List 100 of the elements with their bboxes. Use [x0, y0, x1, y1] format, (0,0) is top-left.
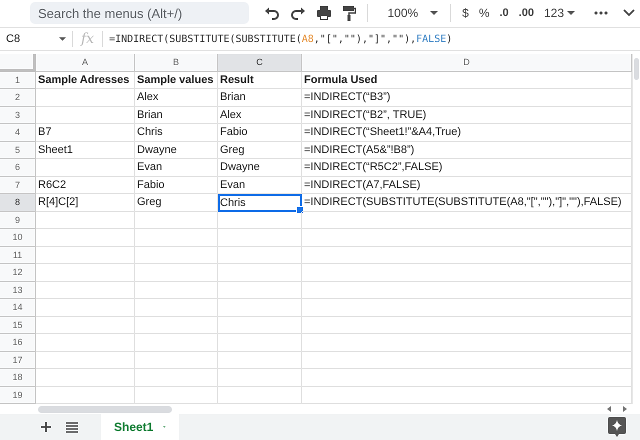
table-cell[interactable] — [218, 369, 302, 386]
table-cell[interactable]: Alex — [218, 106, 302, 124]
row-header[interactable]: 14 — [0, 299, 36, 316]
table-cell[interactable] — [218, 334, 302, 352]
table-cell[interactable]: =INDIRECT(A5&”!B8”) — [302, 142, 632, 159]
column-header[interactable]: D — [302, 54, 632, 72]
table-cell[interactable]: =INDIRECT(SUBSTITUTE(SUBSTITUTE(A8,"[",""),"]",""),FALSE) — [302, 194, 632, 212]
row-header[interactable]: 7 — [0, 176, 36, 194]
table-cell[interactable] — [36, 352, 135, 369]
table-cell[interactable] — [218, 386, 302, 404]
table-cell[interactable]: Dwayne — [218, 159, 302, 176]
table-cell[interactable] — [36, 299, 135, 316]
horizontal-scrollbar[interactable] — [38, 406, 172, 412]
table-cell[interactable]: Alex — [135, 89, 218, 106]
table-cell[interactable]: =INDIRECT(“R5C2”,FALSE) — [302, 159, 632, 176]
table-cell[interactable] — [302, 264, 632, 282]
fill-handle[interactable] — [296, 206, 304, 214]
table-cell[interactable]: Fabio — [218, 124, 302, 142]
table-cell[interactable]: Sheet1 — [36, 142, 135, 159]
table-cell[interactable] — [218, 352, 302, 369]
table-cell[interactable] — [135, 369, 218, 386]
table-cell[interactable] — [135, 386, 218, 404]
table-cell[interactable] — [36, 316, 135, 334]
undo-icon[interactable] — [264, 5, 280, 21]
table-cell[interactable]: Formula Used — [302, 72, 632, 89]
table-cell[interactable]: R6C2 — [36, 176, 135, 194]
row-header[interactable]: 8 — [0, 194, 36, 212]
table-cell[interactable]: Greg — [218, 142, 302, 159]
row-header[interactable]: 4 — [0, 124, 36, 142]
table-cell[interactable] — [218, 264, 302, 282]
table-cell[interactable] — [135, 334, 218, 352]
row-header[interactable]: 9 — [0, 212, 36, 229]
vertical-scrollbar[interactable] — [632, 54, 640, 404]
table-cell[interactable] — [302, 299, 632, 316]
table-cell[interactable] — [36, 369, 135, 386]
table-cell[interactable]: Sample Adresses — [36, 72, 135, 89]
table-cell[interactable]: Chris — [218, 194, 302, 212]
table-cell[interactable]: Fabio — [135, 176, 218, 194]
number-format-dropdown[interactable]: 123 — [538, 3, 580, 23]
table-cell[interactable] — [135, 316, 218, 334]
table-cell[interactable]: B7 — [36, 124, 135, 142]
column-header[interactable]: A — [36, 54, 135, 72]
table-cell[interactable]: Result — [218, 72, 302, 89]
table-cell[interactable] — [135, 282, 218, 299]
table-cell[interactable] — [302, 386, 632, 404]
percent-button[interactable]: % — [474, 3, 494, 23]
table-cell[interactable] — [36, 212, 135, 229]
table-cell[interactable]: Greg — [135, 194, 218, 212]
table-cell[interactable] — [36, 106, 135, 124]
table-cell[interactable]: =INDIRECT(“Sheet1!”&A4,True) — [302, 124, 632, 142]
table-cell[interactable]: Evan — [218, 176, 302, 194]
table-cell[interactable]: Brian — [218, 89, 302, 106]
table-cell[interactable]: =INDIRECT(“B3”) — [302, 89, 632, 106]
chevron-down-icon[interactable] — [623, 9, 635, 17]
column-header[interactable]: C — [218, 54, 302, 72]
row-header[interactable]: 6 — [0, 159, 36, 176]
table-cell[interactable] — [36, 229, 135, 246]
table-cell[interactable] — [218, 229, 302, 246]
table-cell[interactable] — [302, 316, 632, 334]
select-all-corner[interactable] — [0, 54, 36, 72]
decrease-decimals-button[interactable]: .0 — [494, 3, 514, 23]
row-header[interactable]: 16 — [0, 334, 36, 352]
row-header[interactable]: 1 — [0, 72, 36, 89]
table-cell[interactable]: Dwayne — [135, 142, 218, 159]
table-cell[interactable] — [36, 386, 135, 404]
table-cell[interactable] — [302, 212, 632, 229]
table-cell[interactable] — [135, 299, 218, 316]
row-header[interactable]: 2 — [0, 89, 36, 106]
table-cell[interactable] — [36, 89, 135, 106]
table-cell[interactable] — [36, 159, 135, 176]
more-icon[interactable] — [594, 11, 608, 15]
row-header[interactable]: 3 — [0, 106, 36, 124]
table-cell[interactable] — [135, 229, 218, 246]
table-cell[interactable] — [302, 352, 632, 369]
table-cell[interactable]: =INDIRECT(“B2”, TRUE) — [302, 106, 632, 124]
table-cell[interactable] — [135, 246, 218, 264]
row-header[interactable]: 19 — [0, 386, 36, 404]
table-cell[interactable] — [135, 212, 218, 229]
row-header[interactable]: 5 — [0, 142, 36, 159]
table-cell[interactable] — [218, 316, 302, 334]
table-cell[interactable] — [218, 212, 302, 229]
table-cell[interactable]: Chris — [135, 124, 218, 142]
table-cell[interactable] — [36, 282, 135, 299]
print-icon[interactable] — [316, 5, 332, 21]
row-header[interactable]: 17 — [0, 352, 36, 369]
row-header[interactable]: 11 — [0, 246, 36, 264]
table-cell[interactable]: Evan — [135, 159, 218, 176]
table-cell[interactable]: R[4]C[2] — [36, 194, 135, 212]
row-header[interactable]: 18 — [0, 369, 36, 386]
table-cell[interactable] — [302, 334, 632, 352]
table-cell[interactable]: Sample values — [135, 72, 218, 89]
name-box[interactable]: C8 — [0, 33, 72, 45]
sheet-tab[interactable]: Sheet1 — [101, 414, 179, 440]
table-cell[interactable]: =INDIRECT(A7,FALSE) — [302, 176, 632, 194]
row-header[interactable]: 10 — [0, 229, 36, 246]
table-cell[interactable] — [135, 352, 218, 369]
table-cell[interactable] — [218, 246, 302, 264]
table-cell[interactable] — [135, 264, 218, 282]
table-cell[interactable] — [302, 229, 632, 246]
row-header[interactable]: 15 — [0, 316, 36, 334]
